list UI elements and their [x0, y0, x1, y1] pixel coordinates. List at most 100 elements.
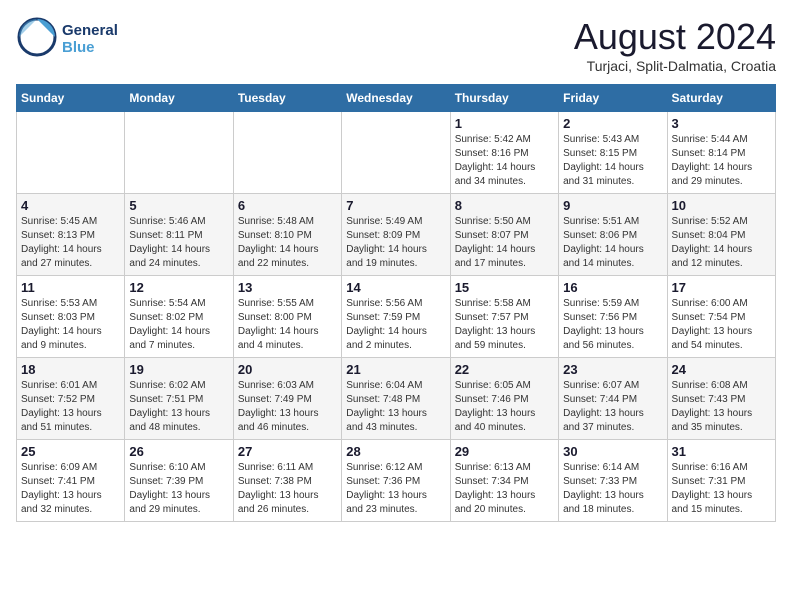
day-cell: 15 Sunrise: 5:58 AM Sunset: 7:57 PM Dayli… [450, 276, 558, 358]
weekday-header-monday: Monday [125, 85, 233, 112]
week-row-2: 4 Sunrise: 5:45 AM Sunset: 8:13 PM Daylig… [17, 194, 776, 276]
day-number: 15 [455, 280, 554, 295]
day-cell: 8 Sunrise: 5:50 AM Sunset: 8:07 PM Daylig… [450, 194, 558, 276]
day-info: Sunrise: 6:01 AM Sunset: 7:52 PM Dayligh… [21, 379, 120, 435]
day-cell: 14 Sunrise: 5:56 AM Sunset: 7:59 PM Dayli… [342, 276, 450, 358]
day-number: 27 [238, 444, 337, 459]
day-cell: 25 Sunrise: 6:09 AM Sunset: 7:41 PM Dayli… [17, 440, 125, 522]
day-number: 23 [563, 362, 662, 377]
day-number: 13 [238, 280, 337, 295]
day-number: 12 [129, 280, 228, 295]
day-cell: 24 Sunrise: 6:08 AM Sunset: 7:43 PM Dayli… [667, 358, 775, 440]
day-number: 31 [672, 444, 771, 459]
day-number: 24 [672, 362, 771, 377]
weekday-header-tuesday: Tuesday [233, 85, 341, 112]
day-cell: 2 Sunrise: 5:43 AM Sunset: 8:15 PM Daylig… [559, 112, 667, 194]
day-cell: 26 Sunrise: 6:10 AM Sunset: 7:39 PM Dayli… [125, 440, 233, 522]
day-info: Sunrise: 5:55 AM Sunset: 8:00 PM Dayligh… [238, 297, 337, 353]
day-info: Sunrise: 6:08 AM Sunset: 7:43 PM Dayligh… [672, 379, 771, 435]
day-number: 28 [346, 444, 445, 459]
day-info: Sunrise: 6:09 AM Sunset: 7:41 PM Dayligh… [21, 461, 120, 517]
day-number: 8 [455, 198, 554, 213]
day-cell: 4 Sunrise: 5:45 AM Sunset: 8:13 PM Daylig… [17, 194, 125, 276]
weekday-header-friday: Friday [559, 85, 667, 112]
day-number: 6 [238, 198, 337, 213]
day-info: Sunrise: 6:16 AM Sunset: 7:31 PM Dayligh… [672, 461, 771, 517]
day-info: Sunrise: 6:11 AM Sunset: 7:38 PM Dayligh… [238, 461, 337, 517]
day-number: 26 [129, 444, 228, 459]
day-number: 4 [21, 198, 120, 213]
day-cell: 20 Sunrise: 6:03 AM Sunset: 7:49 PM Dayli… [233, 358, 341, 440]
day-info: Sunrise: 5:52 AM Sunset: 8:04 PM Dayligh… [672, 215, 771, 271]
day-cell: 19Sunrise: 6:02 AM Sunset: 7:51 PM Dayli… [125, 358, 233, 440]
day-number: 9 [563, 198, 662, 213]
week-row-1: 1 Sunrise: 5:42 AM Sunset: 8:16 PM Daylig… [17, 112, 776, 194]
day-number: 25 [21, 444, 120, 459]
day-info: Sunrise: 6:10 AM Sunset: 7:39 PM Dayligh… [129, 461, 228, 517]
day-cell: 5Sunrise: 5:46 AM Sunset: 8:11 PM Daylig… [125, 194, 233, 276]
day-number: 5 [129, 198, 228, 213]
day-cell [342, 112, 450, 194]
day-info: Sunrise: 5:54 AM Sunset: 8:02 PM Dayligh… [129, 297, 228, 353]
weekday-header-thursday: Thursday [450, 85, 558, 112]
day-cell: 29Sunrise: 6:13 AM Sunset: 7:34 PM Dayli… [450, 440, 558, 522]
day-info: Sunrise: 6:05 AM Sunset: 7:46 PM Dayligh… [455, 379, 554, 435]
day-number: 20 [238, 362, 337, 377]
day-cell: 7 Sunrise: 5:49 AM Sunset: 8:09 PM Daylig… [342, 194, 450, 276]
day-cell [17, 112, 125, 194]
day-number: 10 [672, 198, 771, 213]
day-number: 30 [563, 444, 662, 459]
header: General Blue August 2024 Turjaci, Split-… [16, 16, 776, 74]
day-info: Sunrise: 6:14 AM Sunset: 7:33 PM Dayligh… [563, 461, 662, 517]
day-info: Sunrise: 5:45 AM Sunset: 8:13 PM Dayligh… [21, 215, 120, 271]
day-info: Sunrise: 5:49 AM Sunset: 8:09 PM Dayligh… [346, 215, 445, 271]
day-cell: 3 Sunrise: 5:44 AM Sunset: 8:14 PM Daylig… [667, 112, 775, 194]
day-info: Sunrise: 5:43 AM Sunset: 8:15 PM Dayligh… [563, 133, 662, 189]
day-number: 21 [346, 362, 445, 377]
day-info: Sunrise: 5:50 AM Sunset: 8:07 PM Dayligh… [455, 215, 554, 271]
day-number: 29 [455, 444, 554, 459]
day-cell: 6 Sunrise: 5:48 AM Sunset: 8:10 PM Daylig… [233, 194, 341, 276]
day-cell [233, 112, 341, 194]
day-info: Sunrise: 5:42 AM Sunset: 8:16 PM Dayligh… [455, 133, 554, 189]
day-info: Sunrise: 6:02 AM Sunset: 7:51 PM Dayligh… [129, 379, 228, 435]
day-number: 11 [21, 280, 120, 295]
day-info: Sunrise: 5:58 AM Sunset: 7:57 PM Dayligh… [455, 297, 554, 353]
month-title: August 2024 [574, 16, 776, 58]
day-info: Sunrise: 5:51 AM Sunset: 8:06 PM Dayligh… [563, 215, 662, 271]
day-cell: 17Sunrise: 6:00 AM Sunset: 7:54 PM Dayli… [667, 276, 775, 358]
week-row-5: 25 Sunrise: 6:09 AM Sunset: 7:41 PM Dayli… [17, 440, 776, 522]
day-cell: 11 Sunrise: 5:53 AM Sunset: 8:03 PM Dayli… [17, 276, 125, 358]
day-number: 1 [455, 116, 554, 131]
logo: General Blue [16, 16, 118, 63]
calendar-table: SundayMondayTuesdayWednesdayThursdayFrid… [16, 84, 776, 522]
day-info: Sunrise: 5:59 AM Sunset: 7:56 PM Dayligh… [563, 297, 662, 353]
day-cell: 23 Sunrise: 6:07 AM Sunset: 7:44 PM Dayli… [559, 358, 667, 440]
day-number: 17 [672, 280, 771, 295]
day-number: 3 [672, 116, 771, 131]
day-cell: 30 Sunrise: 6:14 AM Sunset: 7:33 PM Dayli… [559, 440, 667, 522]
weekday-header-sunday: Sunday [17, 85, 125, 112]
day-cell: 18Sunrise: 6:01 AM Sunset: 7:52 PM Dayli… [17, 358, 125, 440]
day-info: Sunrise: 5:56 AM Sunset: 7:59 PM Dayligh… [346, 297, 445, 353]
day-cell: 21 Sunrise: 6:04 AM Sunset: 7:48 PM Dayli… [342, 358, 450, 440]
day-info: Sunrise: 5:44 AM Sunset: 8:14 PM Dayligh… [672, 133, 771, 189]
day-info: Sunrise: 5:53 AM Sunset: 8:03 PM Dayligh… [21, 297, 120, 353]
day-info: Sunrise: 6:07 AM Sunset: 7:44 PM Dayligh… [563, 379, 662, 435]
day-info: Sunrise: 6:04 AM Sunset: 7:48 PM Dayligh… [346, 379, 445, 435]
day-number: 14 [346, 280, 445, 295]
day-cell: 10 Sunrise: 5:52 AM Sunset: 8:04 PM Dayli… [667, 194, 775, 276]
location-subtitle: Turjaci, Split-Dalmatia, Croatia [574, 58, 776, 74]
day-number: 2 [563, 116, 662, 131]
weekday-header-row: SundayMondayTuesdayWednesdayThursdayFrid… [17, 85, 776, 112]
weekday-header-wednesday: Wednesday [342, 85, 450, 112]
day-number: 22 [455, 362, 554, 377]
day-info: Sunrise: 6:03 AM Sunset: 7:49 PM Dayligh… [238, 379, 337, 435]
day-cell: 22 Sunrise: 6:05 AM Sunset: 7:46 PM Dayli… [450, 358, 558, 440]
day-info: Sunrise: 5:48 AM Sunset: 8:10 PM Dayligh… [238, 215, 337, 271]
week-row-3: 11 Sunrise: 5:53 AM Sunset: 8:03 PM Dayli… [17, 276, 776, 358]
day-number: 7 [346, 198, 445, 213]
week-row-4: 18Sunrise: 6:01 AM Sunset: 7:52 PM Dayli… [17, 358, 776, 440]
day-cell: 12 Sunrise: 5:54 AM Sunset: 8:02 PM Dayli… [125, 276, 233, 358]
day-info: Sunrise: 6:12 AM Sunset: 7:36 PM Dayligh… [346, 461, 445, 517]
